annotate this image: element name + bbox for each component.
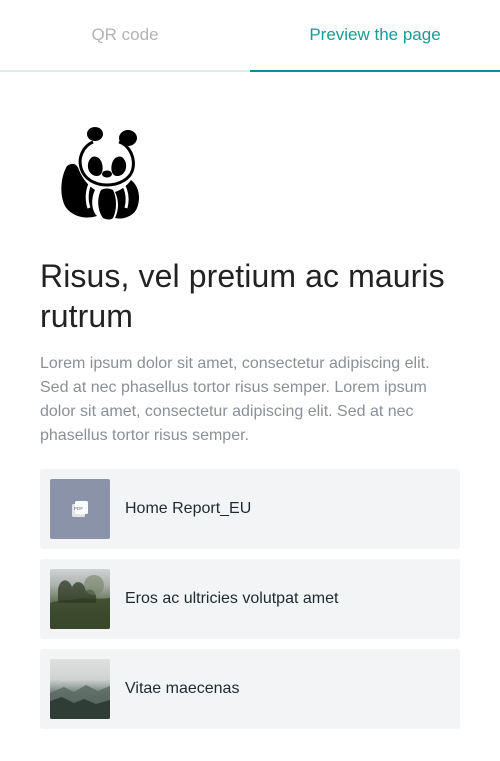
tab-preview-page-label: Preview the page — [309, 25, 441, 44]
tab-bar: QR code Preview the page — [0, 0, 500, 72]
tab-preview-page[interactable]: Preview the page — [250, 0, 500, 70]
tab-qr-code[interactable]: QR code — [0, 0, 250, 70]
list-item-label: Home Report_EU — [125, 500, 252, 517]
forest-photo — [50, 569, 110, 629]
active-tab-indicator — [250, 70, 500, 72]
list-item-home-report[interactable]: PDF Home Report_EU — [40, 469, 460, 549]
page-title: Risus, vel pretium ac mauris rutrum — [40, 258, 445, 334]
tab-qr-code-label: QR code — [91, 25, 159, 44]
pdf-icon: PDF — [50, 479, 110, 539]
list-item-label: Vitae maecenas — [125, 680, 240, 697]
list-item-label: Eros ac ultricies volutpat amet — [125, 590, 339, 607]
page-description: Lorem ipsum dolor sit amet, consectetur … — [40, 355, 430, 444]
mountain-photo — [50, 659, 110, 719]
list-item-eros[interactable]: Eros ac ultricies volutpat amet — [40, 559, 460, 639]
pdf-icon-text: PDF — [74, 506, 83, 511]
panda-logo-icon — [57, 124, 143, 220]
list-item-vitae[interactable]: Vitae maecenas — [40, 649, 460, 729]
page-preview: Risus, vel pretium ac mauris rutrum Lore… — [0, 124, 500, 729]
attachments-list: PDF Home Report_EU Eros ac ultricies vol… — [40, 469, 460, 729]
